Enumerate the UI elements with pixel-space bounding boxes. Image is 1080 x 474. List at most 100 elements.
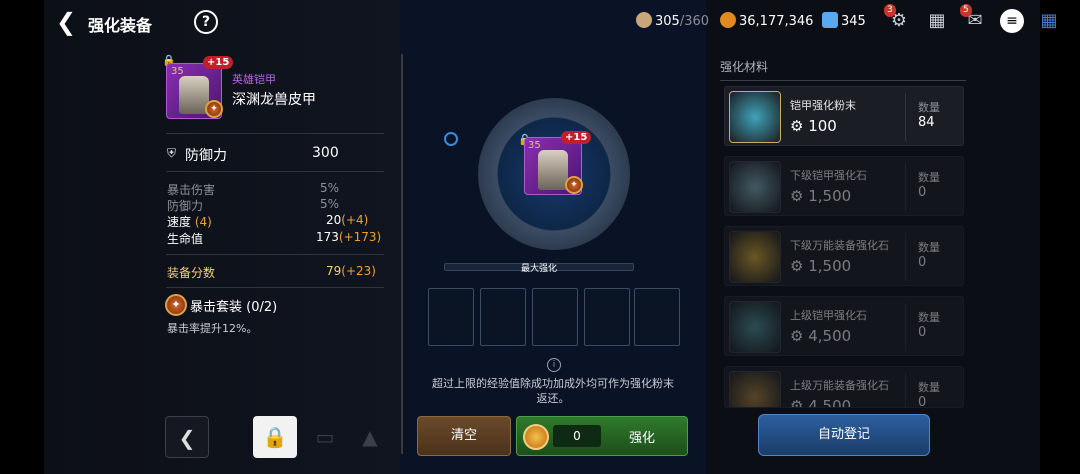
gold-coin-icon <box>720 12 736 28</box>
material-row[interactable]: 上级铠甲强化石 ⚙ 4,500 数量 0 <box>724 296 964 356</box>
divider <box>905 373 906 407</box>
chat-icon[interactable]: ≡ <box>1000 9 1024 33</box>
enhance-label: 强化 <box>629 431 656 446</box>
divider <box>905 163 906 211</box>
material-row[interactable]: 下级万能装备强化石 ⚙ 1,500 数量 0 <box>724 226 964 286</box>
material-cost: 4,500 <box>808 327 852 345</box>
clear-button[interactable]: 清空 <box>417 416 511 456</box>
stat-value-hp-row: 173(+173) <box>316 230 381 244</box>
material-row[interactable]: 下级铠甲强化石 ⚙ 1,500 数量 0 <box>724 156 964 216</box>
set-title-row: 暴击套装 (0/2) <box>190 296 277 315</box>
guild-icon[interactable]: ▦ <box>924 8 950 34</box>
material-slot[interactable] <box>480 288 526 346</box>
enhance-button[interactable]: 0 强化 <box>516 416 688 456</box>
material-name: 上级铠甲强化石 <box>790 309 867 322</box>
enhance-cost: 0 <box>553 425 601 447</box>
crit-set-icon: ✦ <box>165 294 187 316</box>
stamina-display: 305/360 <box>636 12 709 29</box>
crit-set-icon: ✦ <box>205 100 223 118</box>
item-name: 深渊龙兽皮甲 <box>232 92 316 108</box>
material-name: 下级万能装备强化石 <box>790 239 889 252</box>
center-item-icon[interactable]: 35 ✦ <box>524 137 583 195</box>
stat-speed-extra: (4) <box>194 215 212 229</box>
notification-bell-icon[interactable]: ⚙ 3 <box>884 4 912 34</box>
material-cost: 1,500 <box>808 257 852 275</box>
center-item-star: 35 <box>528 140 541 151</box>
score-bonus: (+23) <box>341 264 376 278</box>
set-count: (0/2) <box>246 300 278 315</box>
stat-label-speed-row: 速度 (4) <box>167 213 212 230</box>
qty-value: 0 <box>918 395 927 408</box>
universal-stone-icon <box>729 371 781 407</box>
help-icon[interactable]: ? <box>194 10 218 34</box>
stat-bonus-hp: (+173) <box>338 230 382 244</box>
qty-label: 数量 <box>918 241 940 254</box>
material-cost-row: ⚙ 1,500 <box>790 187 852 205</box>
stat-value-speed-row: 20(+4) <box>326 213 368 227</box>
material-cost: 4,500 <box>808 397 852 408</box>
gold-display: 36,177,346 <box>720 12 813 29</box>
bell-badge: 3 <box>884 4 896 17</box>
stamina-max: /360 <box>679 14 710 29</box>
stamina-value: 305 <box>655 14 680 29</box>
clear-label: 清空 <box>450 428 477 443</box>
delete-button[interactable]: ▭ <box>303 416 347 458</box>
shield-icon: ⛨ <box>167 146 177 160</box>
material-cost-row: ⚙ 4,500 <box>790 327 852 345</box>
material-cost-row: ⚙ 1,500 <box>790 257 852 275</box>
stamina-icon <box>636 12 652 28</box>
qty-value: 0 <box>918 185 927 200</box>
stone-icon <box>729 301 781 353</box>
material-slot[interactable] <box>634 288 680 346</box>
material-name: 铠甲强化粉末 <box>790 99 856 112</box>
enhance-note: 超过上限的经验值除成功加成外均可作为强化粉末返还。 <box>432 377 674 405</box>
material-cost-row: ⚙ 4,500 <box>790 397 852 408</box>
stat-label-speed: 速度 <box>167 215 192 229</box>
page-title: 强化装备 <box>88 16 153 35</box>
mail-icon[interactable]: ✉ 5 <box>960 4 988 34</box>
auto-register-button[interactable]: 自动登记 <box>758 414 930 456</box>
crystal-display: 345 <box>822 12 866 29</box>
share-button[interactable]: ❮ <box>165 416 209 458</box>
divider <box>905 93 906 141</box>
enhance-screen: ❮ 强化装备 ? 305/360 36,177,346 345 ⚙ 3 ▦ ✉ 5 … <box>0 0 1080 474</box>
material-slot[interactable] <box>532 288 578 346</box>
stat-label-hp: 生命值 <box>167 232 204 246</box>
material-slot[interactable] <box>584 288 630 346</box>
material-slot[interactable] <box>428 288 474 346</box>
crystal-value: 345 <box>841 14 866 29</box>
max-enhance-label: 最大强化 <box>520 264 557 274</box>
armor-image <box>538 150 568 190</box>
qty-value: 0 <box>918 255 927 270</box>
stat-value-speed: 20 <box>326 213 342 227</box>
disassemble-button[interactable]: ▲ <box>348 416 392 458</box>
back-arrow-icon[interactable]: ❮ <box>56 9 84 35</box>
material-cost-row: ⚙ 100 <box>790 117 837 135</box>
score-label: 装备分数 <box>167 266 216 280</box>
universal-stone-icon <box>729 231 781 283</box>
lock-button[interactable]: 🔒 <box>253 416 297 458</box>
material-row[interactable]: 上级万能装备强化石 ⚙ 4,500 数量 0 <box>724 366 964 408</box>
materials-title: 强化材料 <box>720 60 769 74</box>
center-divider-line <box>401 54 403 454</box>
mail-badge: 5 <box>960 4 972 17</box>
stat-value-crit-dmg: 5% <box>320 181 340 195</box>
item-star-level: 35 <box>171 66 184 77</box>
info-icon[interactable]: i <box>547 358 561 372</box>
qty-label: 数量 <box>918 101 940 114</box>
crit-set-icon: ✦ <box>565 176 583 194</box>
qty-label: 数量 <box>918 311 940 324</box>
qty-label: 数量 <box>918 171 940 184</box>
material-name: 上级万能装备强化石 <box>790 379 889 392</box>
set-name: 暴击套装 <box>190 300 243 315</box>
gold-value: 36,177,346 <box>739 14 814 29</box>
menu-grid-icon[interactable]: ▦ <box>1036 8 1062 34</box>
stat-bonus-speed: (+4) <box>341 213 369 227</box>
stat-label-defense: 防御力 <box>167 199 204 213</box>
main-stat-label: 防御力 <box>185 148 227 164</box>
item-icon[interactable]: 35 ✦ <box>166 63 223 119</box>
item-grade: 英雄铠甲 <box>232 73 276 86</box>
stat-value-defense: 5% <box>320 197 340 211</box>
divider <box>166 287 384 288</box>
material-row[interactable]: 铠甲强化粉末 ⚙ 100 数量 84 <box>724 86 964 146</box>
